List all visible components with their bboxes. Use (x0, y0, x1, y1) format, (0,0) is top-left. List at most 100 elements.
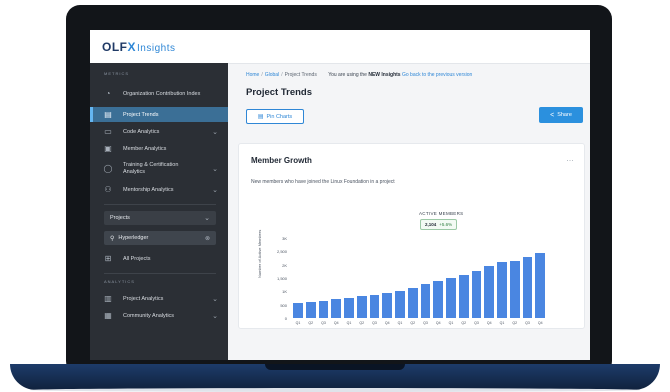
chart-bar[interactable] (382, 293, 393, 318)
app-logo[interactable]: OLFXInsights (102, 40, 175, 54)
sidebar-item-label: Organization Contribution Index (123, 90, 201, 97)
x-tick-label: Q1 (346, 321, 352, 325)
x-tick-label: Q3 (525, 321, 530, 325)
sidebar-item-label: Code Analytics (123, 128, 160, 135)
sidebar-item-label: Mentorship Analytics (123, 186, 174, 193)
x-tick-label: Q3 (423, 321, 428, 325)
chart-bar[interactable] (369, 294, 380, 318)
sidebar-item-training-certification[interactable]: ◯ Training & Certification Analytics ⌄ (90, 158, 228, 180)
chart-bar[interactable] (458, 275, 469, 318)
logo-x: X (127, 40, 137, 54)
chart-bar[interactable] (522, 256, 533, 318)
project-search-input[interactable]: ⚲ Hyperledger ⊗ (104, 231, 216, 245)
x-tick-label: Q2 (308, 321, 314, 325)
chart-bar[interactable] (407, 288, 418, 318)
pin-icon: ▤ (257, 114, 264, 120)
x-tick-label: Q3 (474, 321, 479, 325)
breadcrumb-separator: / (281, 72, 283, 78)
sidebar-section-metrics: Metrics (104, 71, 129, 76)
laptop-notch (265, 364, 405, 370)
chart-bar[interactable] (356, 296, 367, 318)
projects-select[interactable]: Projects ⌄ (104, 211, 216, 225)
chart-bar[interactable] (509, 260, 520, 318)
y-tick-label: 0 (284, 316, 287, 321)
sidebar-item-label: Training & Certification Analytics (123, 162, 179, 175)
main-content: Home / Global / Project Trends You are using… (228, 63, 590, 360)
chevron-down-icon: ⌄ (212, 312, 218, 320)
chart-bar[interactable] (420, 283, 431, 318)
bar-icon: ▥ (104, 293, 112, 303)
x-tick-label: Q1 (397, 321, 403, 325)
sidebar-item-organization-contribution[interactable]: ◔ Organization Contribution Index (90, 83, 228, 105)
group-icon: ▦ (104, 310, 112, 320)
x-tick-label: Q4 (333, 321, 339, 325)
y-tick-label: 2,500 (276, 249, 287, 255)
chart-bar[interactable] (471, 271, 482, 318)
breadcrumb-separator: / (261, 72, 263, 78)
chart-bar[interactable] (331, 299, 342, 318)
y-axis-label: Number of Active Members (257, 229, 262, 278)
previous-version-link[interactable]: Go back to the previous version (402, 72, 472, 78)
tooltip-value-box: 2,104 +5.6% (420, 219, 458, 230)
chart-bar[interactable] (318, 300, 329, 318)
sidebar-item-label: Community Analytics (123, 312, 175, 319)
sidebar-item-project-trends[interactable]: ▤ Project Trends (90, 107, 228, 122)
sidebar-item-label: Project Trends (123, 111, 159, 118)
chevron-down-icon: ⌄ (212, 295, 218, 303)
sidebar-item-project-analytics[interactable]: ▥ Project Analytics ⌄ (90, 291, 228, 306)
code-icon: ▭ (104, 126, 112, 136)
logo-main: OLF (102, 40, 128, 54)
share-icon: < (550, 111, 555, 119)
chart-bar[interactable] (344, 297, 354, 318)
breadcrumb-global[interactable]: Global (265, 72, 279, 78)
chart-bar[interactable] (446, 278, 456, 318)
sidebar-item-member-analytics[interactable]: ▣ Member Analytics (90, 141, 228, 156)
sidebar-item-label: All Projects (123, 255, 151, 262)
tooltip-value: 2,104 (425, 222, 437, 227)
sidebar-item-code-analytics[interactable]: ▭ Code Analytics ⌄ (90, 124, 228, 139)
project-search-value: Hyperledger (118, 235, 149, 241)
card-menu-icon[interactable]: … (566, 154, 574, 163)
sidebar-item-mentorship-analytics[interactable]: ⚇ Mentorship Analytics ⌄ (90, 182, 228, 197)
y-tick-label: 3K (282, 236, 287, 241)
sidebar-item-community-analytics[interactable]: ▦ Community Analytics ⌄ (90, 308, 228, 323)
clear-icon[interactable]: ⊗ (205, 235, 210, 242)
chart-bar[interactable] (497, 262, 507, 318)
y-tick-label: 1,500 (276, 276, 287, 281)
globe-icon: ◯ (103, 164, 113, 173)
id-card-icon: ▣ (104, 143, 112, 153)
share-label: Share (557, 112, 572, 118)
chevron-down-icon: ⌄ (212, 128, 218, 136)
chart-bar[interactable] (535, 252, 546, 318)
sidebar-divider (104, 204, 216, 205)
projects-select-value: Projects (110, 215, 130, 221)
x-tick-label: Q1 (295, 321, 301, 325)
x-tick-label: Q4 (486, 321, 492, 325)
x-tick-label: Q2 (359, 321, 365, 325)
people-icon: ⚇ (104, 184, 112, 194)
y-tick-label: 1K (282, 289, 287, 295)
sidebar-item-label: Project Analytics (123, 295, 164, 302)
card-title: Member Growth (251, 156, 312, 165)
y-tick-label: 2K (282, 262, 287, 268)
x-tick-label: Q2 (410, 321, 416, 325)
version-note: You are using the NEW Insights (328, 72, 400, 78)
sidebar-item-all-projects[interactable]: ⊞ All Projects (90, 251, 228, 266)
x-tick-label: Q3 (372, 321, 377, 325)
y-tick-label: 500 (280, 302, 287, 308)
x-tick-label: Q2 (461, 321, 467, 325)
share-button[interactable]: < Share (539, 107, 583, 123)
x-tick-label: Q1 (448, 321, 454, 325)
chart-bar[interactable] (305, 301, 316, 318)
sidebar-section-analytics: Analytics (104, 279, 135, 284)
pin-charts-label: Pin Charts (266, 113, 293, 120)
chart-bar[interactable] (293, 302, 303, 318)
x-tick-label: Q1 (499, 321, 505, 325)
breadcrumb-home[interactable]: Home (246, 72, 259, 78)
chevron-down-icon: ⌄ (212, 166, 218, 173)
chart-bar[interactable] (433, 280, 444, 318)
chart-bar[interactable] (484, 266, 495, 318)
grid-icon: ⊞ (104, 253, 112, 263)
chart-bar[interactable] (395, 291, 405, 318)
pin-charts-button[interactable]: ▤ Pin Charts (246, 109, 304, 124)
